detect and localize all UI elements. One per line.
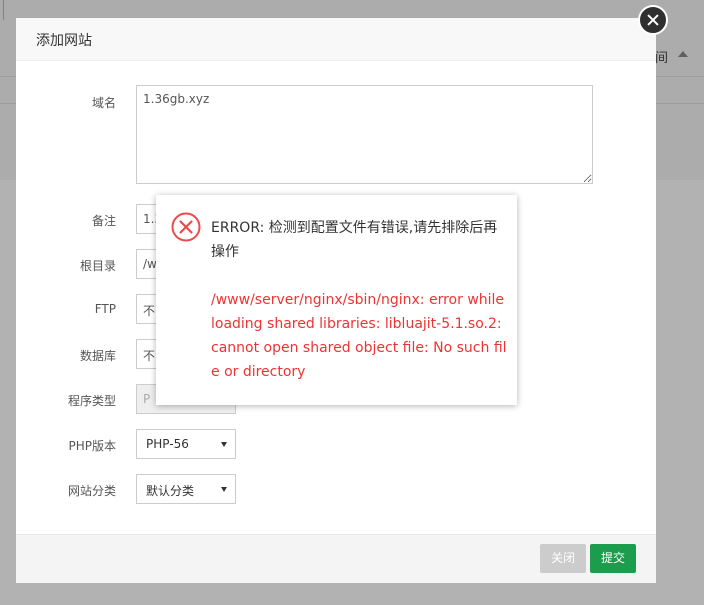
site-category-label: 网站分类 xyxy=(67,484,116,498)
submit-button[interactable]: 提交 xyxy=(590,544,636,573)
error-circle-x-icon xyxy=(171,212,201,242)
site-category-select[interactable]: 默认分类 xyxy=(136,474,236,504)
domain-input[interactable]: 1.36gb.xyz xyxy=(136,85,593,184)
database-label: 数据库 xyxy=(79,349,116,363)
domain-label: 域名 xyxy=(91,96,116,110)
dialog-title-bar: 添加网站 xyxy=(16,18,656,61)
close-button[interactable]: 关闭 xyxy=(540,544,586,573)
dialog-close-icon[interactable] xyxy=(638,5,668,35)
php-version-label: PHP版本 xyxy=(68,439,117,453)
chevron-down-icon xyxy=(221,487,227,492)
dialog-title: 添加网站 xyxy=(36,33,92,49)
error-message-popup: ERROR: 检测到配置文件有错误,请先排除后再操作 /www/server/n… xyxy=(156,195,517,405)
ftp-label: FTP xyxy=(94,302,116,316)
error-title: ERROR: 检测到配置文件有错误,请先排除后再操作 xyxy=(211,220,498,260)
remark-label: 备注 xyxy=(91,214,116,228)
php-version-value: PHP-56 xyxy=(146,437,189,451)
root-dir-label: 根目录 xyxy=(79,259,116,273)
chevron-down-icon xyxy=(221,442,227,447)
dialog-footer: 关闭 提交 xyxy=(16,534,656,583)
error-detail: /www/server/nginx/sbin/nginx: error whil… xyxy=(211,292,507,380)
php-version-select[interactable]: PHP-56 xyxy=(136,429,236,459)
program-type-label: 程序类型 xyxy=(67,394,116,408)
site-category-value: 默认分类 xyxy=(146,484,195,498)
